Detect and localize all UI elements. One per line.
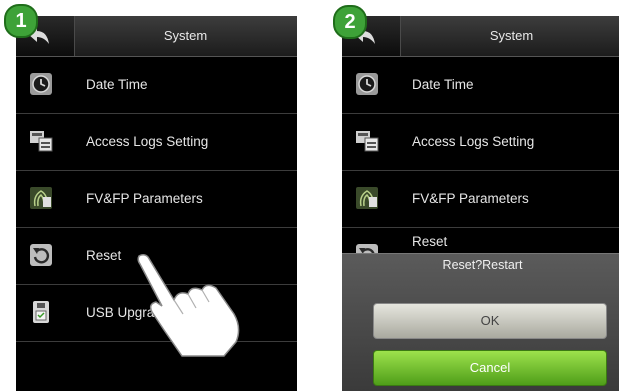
reset-confirm-dialog: Reset?Restart OK Cancel [342, 253, 619, 391]
clock-icon [356, 73, 378, 95]
menu-item-label: FV&FP Parameters [86, 191, 203, 206]
menu-item-label: Date Time [412, 77, 474, 92]
clock-icon [30, 73, 52, 95]
logs-icon [30, 131, 53, 152]
header-bar: System [16, 16, 297, 57]
device-screen-step-2: System Date Time Access Logs Setting FV&… [342, 16, 619, 391]
menu-item-date-time[interactable]: Date Time [16, 57, 297, 114]
menu-item-label: Date Time [86, 77, 148, 92]
ok-button[interactable]: OK [373, 303, 607, 339]
page-title: System [163, 28, 208, 43]
dialog-title: Reset?Restart [442, 258, 523, 272]
menu-item-label: Access Logs Setting [412, 134, 535, 149]
fingerprint-icon [30, 187, 52, 209]
step-2-badge: 2 [333, 5, 367, 39]
menu-item-date-time[interactable]: Date Time [342, 57, 619, 114]
fingerprint-icon [356, 187, 378, 209]
menu-item-access-logs-setting[interactable]: Access Logs Setting [16, 114, 297, 171]
menu-item-fv-fp-parameters[interactable]: FV&FP Parameters [342, 171, 619, 228]
step-1-badge: 1 [4, 4, 38, 38]
cancel-button[interactable]: Cancel [373, 350, 607, 386]
menu-item-label: Reset [86, 248, 122, 263]
usb-icon [33, 301, 49, 323]
pointing-hand-icon [137, 253, 240, 357]
reset-icon [30, 244, 52, 266]
menu-item-fv-fp-parameters[interactable]: FV&FP Parameters [16, 171, 297, 228]
logs-icon [356, 131, 379, 152]
menu-item-label: Access Logs Setting [86, 134, 209, 149]
menu-item-access-logs-setting[interactable]: Access Logs Setting [342, 114, 619, 171]
page-title: System [489, 28, 534, 43]
header-bar: System [342, 16, 619, 57]
